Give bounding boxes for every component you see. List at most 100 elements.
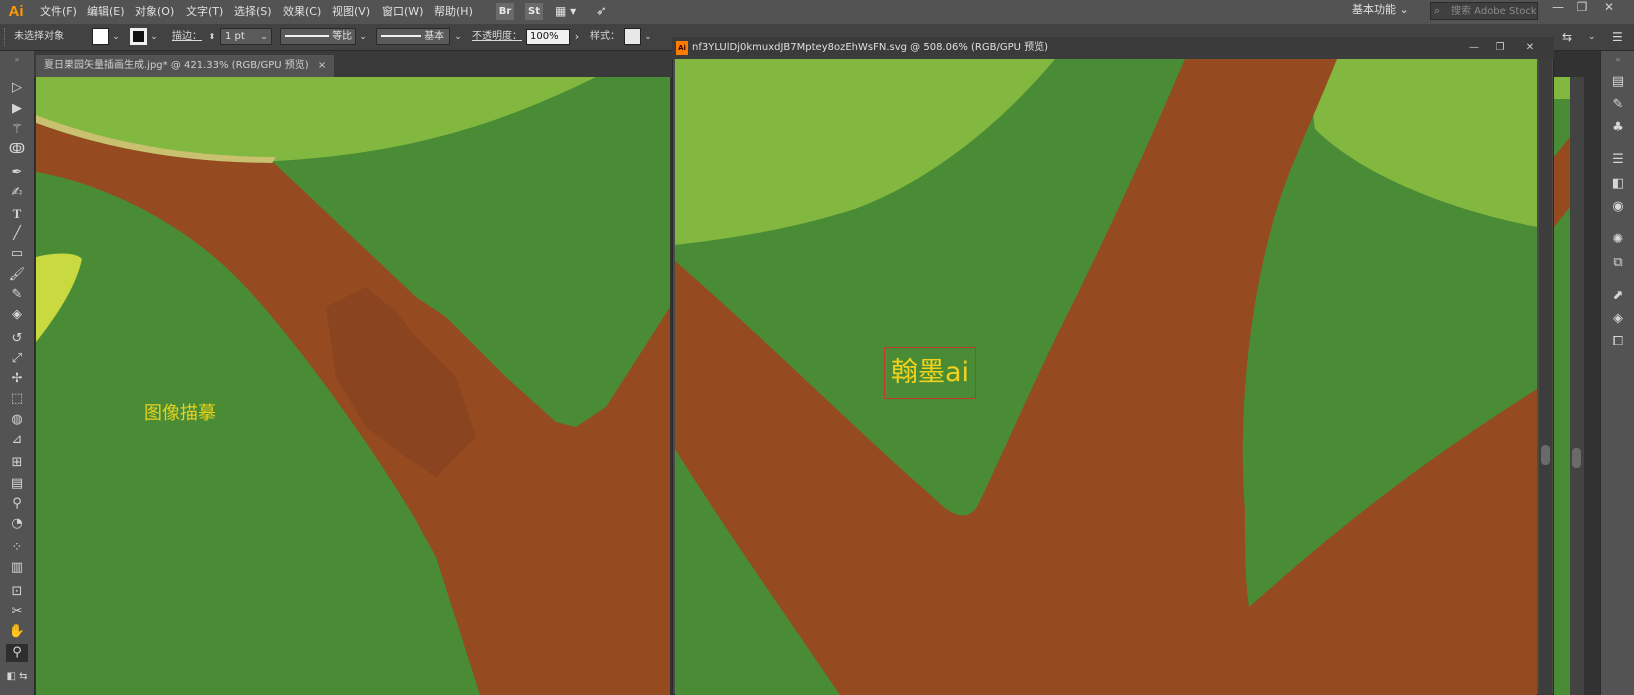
symbol-sprayer-tool-icon[interactable]: ⁘ (6, 539, 28, 557)
app-restore-button[interactable]: ❐ (1571, 0, 1593, 16)
fill-stroke-swap-icon[interactable]: ◧ ⇆ (6, 668, 28, 686)
stroke-label[interactable]: 描边： (172, 24, 202, 50)
app-minimize-button[interactable]: — (1547, 0, 1569, 16)
graphic-style-swatch[interactable] (624, 28, 641, 45)
eyedropper-tool-icon[interactable]: ⚲ (6, 495, 28, 513)
stock-button[interactable]: St (525, 3, 543, 20)
eraser-tool-icon[interactable]: ◈ (6, 306, 28, 324)
libraries-icon[interactable]: ▤ (1608, 73, 1628, 91)
brushes-icon[interactable]: ✎ (1608, 96, 1628, 114)
column-graph-tool-icon[interactable]: ▥ (6, 559, 28, 577)
layers-icon[interactable]: ◈ (1608, 310, 1628, 328)
symbols-icon[interactable]: ♣ (1608, 119, 1628, 137)
brush-label: 基本 (424, 31, 445, 42)
app-close-button[interactable]: ✕ (1598, 0, 1620, 16)
curvature-tool-icon[interactable]: ✍ (6, 184, 28, 202)
export-icon[interactable]: ⬈ (1608, 287, 1628, 305)
selection-status: 未选择对象 (14, 31, 64, 42)
search-icon: ⌕ (1434, 4, 1441, 17)
workspace-switcher[interactable]: 基本功能 ⌄ (1352, 0, 1409, 24)
artboards-icon[interactable]: ⧠ (1608, 333, 1628, 351)
hand-tool-icon[interactable]: ✋ (6, 623, 28, 641)
paintbrush-tool-icon[interactable]: 🖌 (6, 266, 28, 284)
selection-tool-icon[interactable]: ▷ (6, 79, 28, 97)
transparency-icon[interactable]: ◧ (1608, 175, 1628, 193)
floating-window-titlebar[interactable]: Ai nf3YLUlDj0kmuxdJB7Mptey8ozEhWsFN.svg … (672, 37, 1554, 59)
style-label: 样式： (590, 31, 620, 42)
menu-edit[interactable]: 编辑(E) (87, 0, 125, 24)
stepper-icon[interactable]: ⬍ (207, 30, 217, 44)
chevron-right-icon[interactable]: › (572, 30, 582, 44)
watermark-label: 翰墨ai (884, 347, 976, 399)
perspective-grid-tool-icon[interactable]: ⊿ (6, 431, 28, 449)
line-tool-icon[interactable]: ╱ (6, 225, 28, 243)
shaper-tool-icon[interactable]: ✎ (6, 286, 28, 304)
document-scrollbar[interactable] (1570, 77, 1584, 695)
chevron-down-icon[interactable]: ⌄ (453, 30, 463, 44)
puppet-warp-tool-icon[interactable]: ✢ (6, 370, 28, 388)
menu-file[interactable]: 文件(F) (40, 0, 77, 24)
opacity-field[interactable]: 100% (526, 29, 570, 45)
blend-tool-icon[interactable]: ◔ (6, 515, 28, 533)
shape-builder-tool-icon[interactable]: ◍ (6, 411, 28, 429)
gradient-tool-icon[interactable]: ▤ (6, 475, 28, 493)
minimize-button[interactable]: — (1464, 37, 1484, 59)
slice-tool-icon[interactable]: ✂ (6, 603, 28, 621)
opacity-label[interactable]: 不透明度： (472, 24, 522, 50)
close-button[interactable]: ✕ (1520, 37, 1540, 59)
stroke-swatch[interactable] (130, 28, 147, 45)
panel-menu-icon[interactable]: ☰ (1612, 29, 1630, 45)
close-tab-icon[interactable]: × (318, 60, 326, 71)
menu-select[interactable]: 选择(S) (234, 0, 272, 24)
chevron-down-icon[interactable]: ⌄ (1588, 29, 1600, 45)
restore-button[interactable]: ❐ (1490, 37, 1510, 59)
app-logo: Ai (8, 3, 24, 20)
asset-export-icon[interactable]: ⧉ (1608, 254, 1628, 272)
fill-swatch[interactable] (92, 28, 109, 45)
collapse-icon[interactable]: « (1611, 55, 1625, 65)
chevron-down-icon[interactable]: ⌄ (259, 30, 269, 44)
artboard-tool-icon[interactable]: ⊡ (6, 583, 28, 601)
menu-type[interactable]: 文字(T) (186, 0, 223, 24)
chevron-down-icon[interactable]: ⌄ (358, 30, 368, 44)
profile-label: 等比 (332, 31, 353, 42)
document-tab[interactable]: 夏日果园矢量插画生成.jpg* @ 421.33% (RGB/GPU 预览) × (36, 55, 335, 77)
arrange-icon[interactable]: ⇆ (1562, 29, 1580, 45)
chevron-down-icon[interactable]: ⌄ (149, 30, 159, 44)
lasso-tool-icon[interactable]: ↂ (6, 141, 28, 159)
type-tool-icon[interactable]: T (6, 205, 28, 223)
menu-window[interactable]: 窗口(W) (382, 0, 423, 24)
floating-window-scroll-thumb[interactable] (1541, 445, 1550, 465)
floating-window-scrollbar[interactable] (1539, 59, 1552, 695)
mesh-tool-icon[interactable]: ⊞ (6, 454, 28, 472)
document-canvas[interactable]: 图像描摹 (36, 77, 670, 695)
magic-wand-tool-icon[interactable]: ⚚ (6, 121, 28, 139)
rotate-tool-icon[interactable]: ↺ (6, 330, 28, 348)
bridge-button[interactable]: Br (496, 3, 514, 20)
variable-width-profile[interactable]: 等比 (280, 28, 356, 45)
brush-definition[interactable]: 基本 (376, 28, 450, 45)
free-transform-tool-icon[interactable]: ⬚ (6, 390, 28, 408)
color-guide-icon[interactable]: ✺ (1608, 231, 1628, 249)
align-icon[interactable]: ☰ (1608, 151, 1628, 169)
chevron-down-icon[interactable]: ⌄ (111, 30, 121, 44)
arrange-documents-icon[interactable]: ▦ ▾ (555, 3, 583, 20)
grip-handle[interactable] (4, 28, 8, 46)
menu-view[interactable]: 视图(V) (332, 0, 370, 24)
document-scroll-thumb[interactable] (1572, 448, 1581, 468)
gpu-performance-icon[interactable]: ➶ (596, 3, 614, 20)
appearance-icon[interactable]: ◉ (1608, 198, 1628, 216)
collapse-icon[interactable]: » (8, 55, 26, 65)
rectangle-tool-icon[interactable]: ▭ (6, 245, 28, 263)
menu-object[interactable]: 对象(O) (135, 0, 174, 24)
menu-effect[interactable]: 效果(C) (283, 0, 321, 24)
menu-help[interactable]: 帮助(H) (434, 0, 473, 24)
zoom-tool-icon[interactable]: ⚲ (6, 644, 28, 662)
pen-tool-icon[interactable]: ✒ (6, 164, 28, 182)
direct-selection-tool-icon[interactable]: ▶ (6, 100, 28, 118)
svg-document-canvas[interactable]: 翰墨ai (675, 59, 1537, 695)
chevron-down-icon[interactable]: ⌄ (643, 30, 653, 44)
scale-tool-icon[interactable]: ⤢ (6, 350, 28, 368)
edge-canopy (1554, 77, 1570, 99)
document-tab-title: 夏日果园矢量插画生成.jpg* @ 421.33% (RGB/GPU 预览) (44, 60, 309, 71)
